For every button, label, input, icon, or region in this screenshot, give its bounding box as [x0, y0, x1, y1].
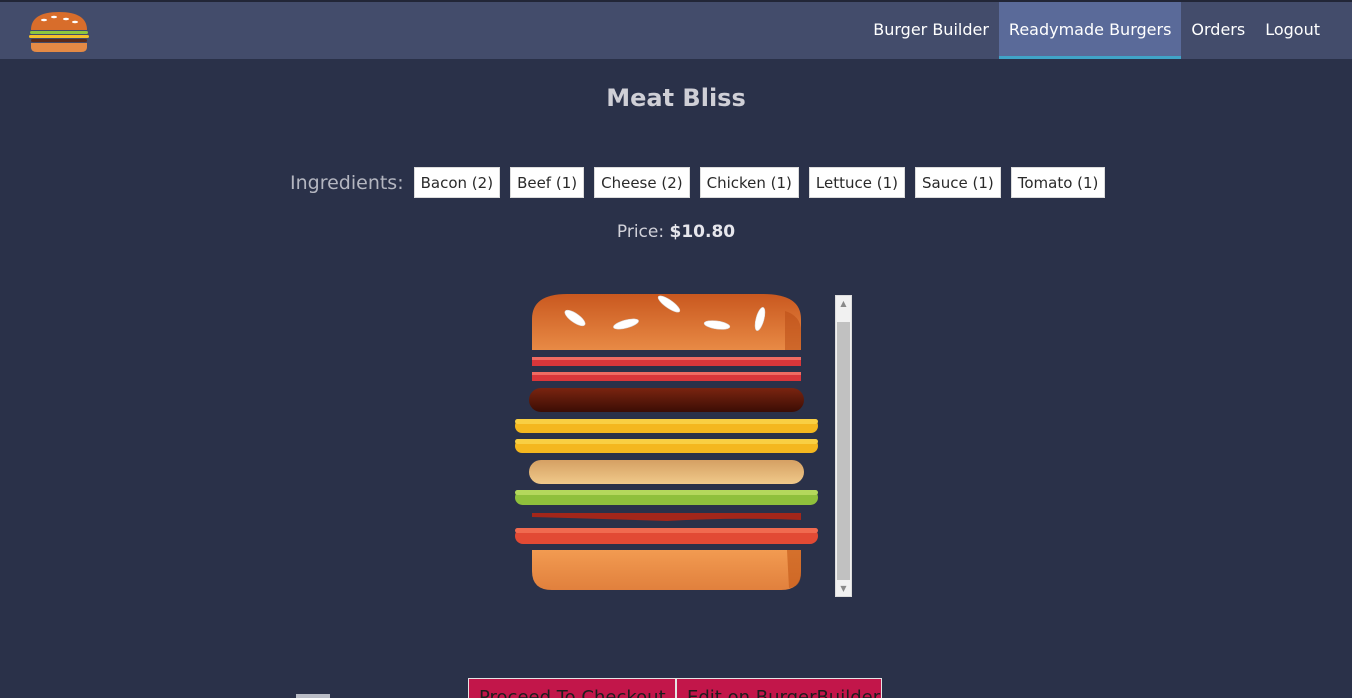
ingredient-chip-chicken: Chicken (1) [699, 167, 799, 198]
main-nav: Burger Builder Readymade Burgers Orders … [863, 2, 1330, 59]
price-label: Price: [616, 222, 665, 242]
ingredient-chip-beef: Beef (1) [510, 167, 585, 198]
scroll-up-arrow-icon[interactable]: ▲ [836, 296, 851, 311]
burger-logo-icon[interactable] [28, 10, 90, 54]
ingredient-chip-tomato: Tomato (1) [1010, 167, 1106, 198]
ingredient-chip-bacon: Bacon (2) [413, 167, 501, 198]
nav-orders[interactable]: Orders [1181, 2, 1255, 59]
nav-readymade-burgers[interactable]: Readymade Burgers [998, 2, 1182, 59]
ingredient-chip-cheese: Cheese (2) [594, 167, 690, 198]
nav-burger-builder[interactable]: Burger Builder [863, 2, 999, 59]
bottom-edge-element [296, 694, 330, 698]
ingredient-chip-lettuce: Lettuce (1) [808, 167, 906, 198]
chicken-patty [529, 460, 804, 484]
nav-logout[interactable]: Logout [1255, 2, 1330, 59]
ingredients-row: Ingredients: Bacon (2) Beef (1) Cheese (… [290, 167, 1115, 198]
proceed-to-checkout-button[interactable]: Proceed To Checkout [468, 678, 676, 698]
bun-bottom [532, 550, 801, 590]
burger-scrollbar[interactable]: ▲ ▼ [835, 295, 852, 597]
burger-illustration [515, 294, 818, 590]
sauce-layer [532, 513, 801, 521]
top-navbar: Burger Builder Readymade Burgers Orders … [0, 0, 1352, 59]
price-line: Price: $10.80 [0, 222, 1352, 242]
action-buttons: Proceed To Checkout Edit on BurgerBuilde… [468, 678, 882, 698]
ingredient-chip-sauce: Sauce (1) [915, 167, 1001, 198]
scroll-down-arrow-icon[interactable]: ▼ [836, 581, 851, 596]
beef-patty [529, 388, 804, 412]
burger-title: Meat Bliss [606, 84, 746, 112]
price-value: $10.80 [669, 222, 736, 242]
ingredients-label: Ingredients: [290, 171, 404, 194]
edit-on-burgerbuilder-button[interactable]: Edit on BurgerBuilder [676, 678, 882, 698]
scroll-thumb[interactable] [837, 322, 850, 580]
